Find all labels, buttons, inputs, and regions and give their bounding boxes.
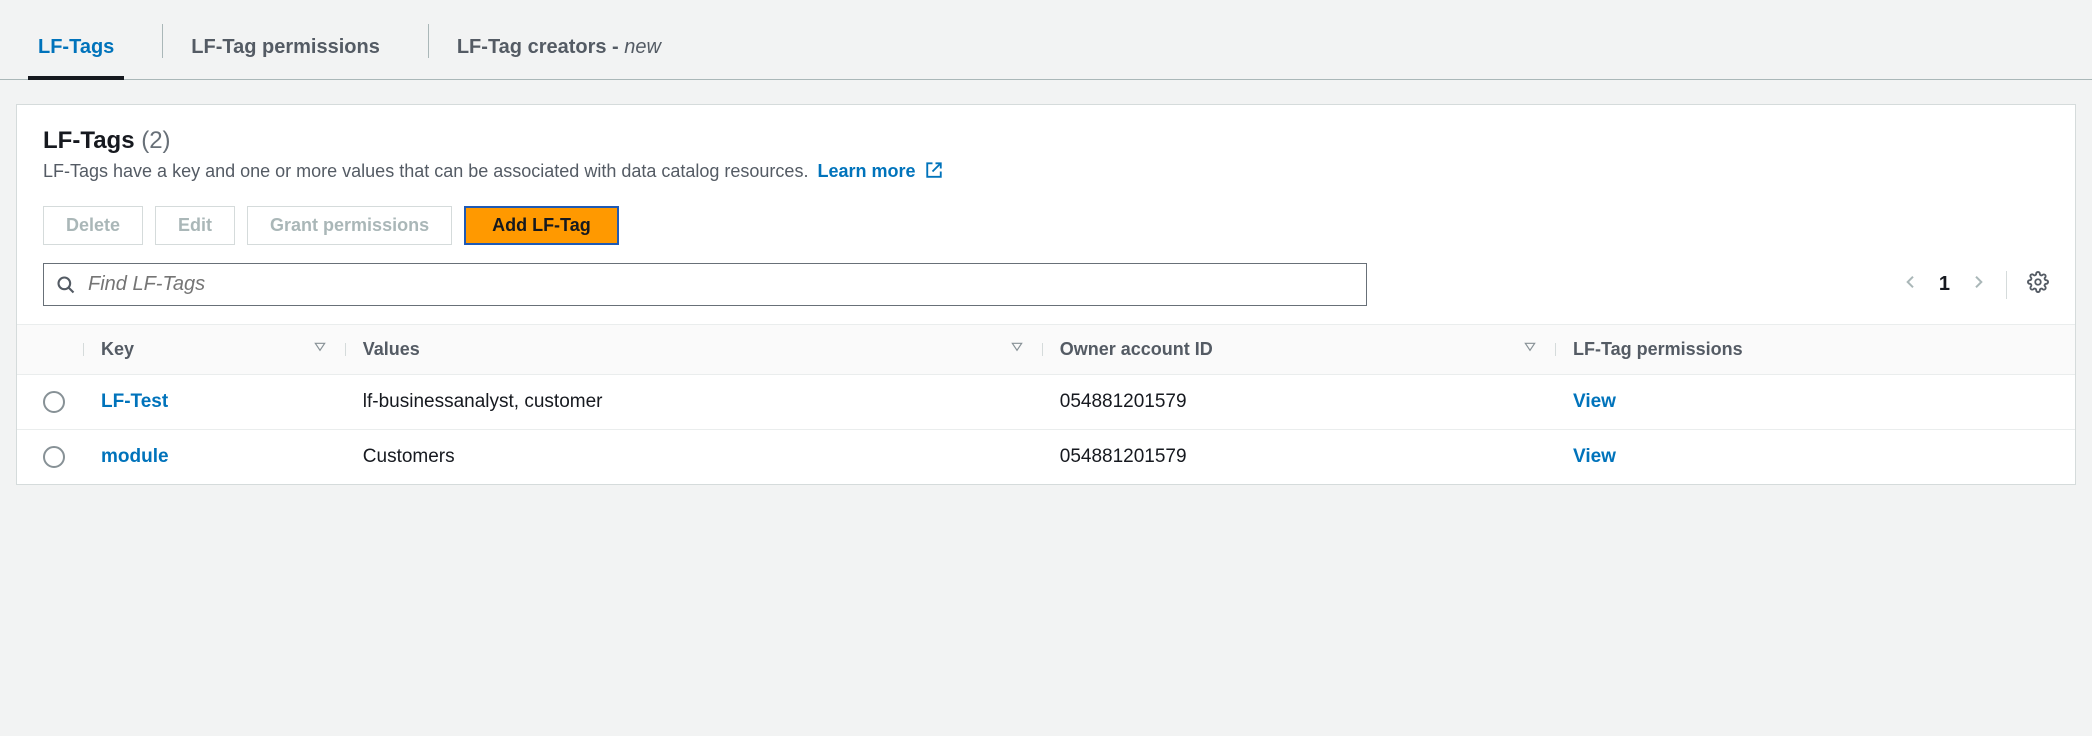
panel-title: LF-Tags (2) <box>43 127 2049 155</box>
view-permissions-link[interactable]: View <box>1573 446 1616 467</box>
delete-button[interactable]: Delete <box>43 206 143 245</box>
column-key-label: Key <box>101 339 134 359</box>
tab-lf-tags[interactable]: LF-Tags <box>28 20 124 79</box>
column-permissions-label: LF-Tag permissions <box>1573 339 1743 359</box>
table-row: module Customers 054881201579 View <box>17 430 2075 485</box>
page-prev-button[interactable] <box>1903 272 1919 297</box>
panel-title-text: LF-Tags <box>43 127 135 154</box>
search-box[interactable] <box>43 263 1367 306</box>
column-owner-label: Owner account ID <box>1060 339 1213 359</box>
column-values[interactable]: Values <box>345 325 1042 375</box>
edit-button[interactable]: Edit <box>155 206 235 245</box>
owner-account-id: 054881201579 <box>1042 375 1555 430</box>
column-permissions: LF-Tag permissions <box>1555 325 2075 375</box>
search-input[interactable] <box>86 272 1354 297</box>
settings-button[interactable] <box>2027 271 2049 298</box>
column-owner[interactable]: Owner account ID <box>1042 325 1555 375</box>
grant-permissions-button[interactable]: Grant permissions <box>247 206 452 245</box>
tag-key-link[interactable]: LF-Test <box>101 391 168 412</box>
column-select <box>17 325 83 375</box>
filter-icon[interactable] <box>1010 339 1024 360</box>
toolbar: Delete Edit Grant permissions Add LF-Tag <box>17 192 2075 245</box>
chevron-left-icon <box>1903 272 1919 292</box>
page-next-button[interactable] <box>1970 272 1986 297</box>
table-row: LF-Test lf-businessanalyst, customer 054… <box>17 375 2075 430</box>
learn-more-label: Learn more <box>817 161 915 181</box>
external-link-icon <box>925 161 943 179</box>
tag-values: lf-businessanalyst, customer <box>345 375 1042 430</box>
search-row: 1 <box>17 245 2075 324</box>
owner-account-id: 054881201579 <box>1042 430 1555 485</box>
lf-tags-table: Key Values Owner account ID <box>17 324 2075 484</box>
tab-label-new: new <box>624 36 661 58</box>
lf-tags-panel: LF-Tags (2) LF-Tags have a key and one o… <box>16 104 2076 485</box>
row-select-radio[interactable] <box>43 391 65 413</box>
chevron-right-icon <box>1970 272 1986 292</box>
search-icon <box>56 275 76 295</box>
tab-lf-tag-creators[interactable]: LF-Tag creators - new <box>447 20 671 79</box>
learn-more-link[interactable]: Learn more <box>817 161 942 181</box>
pager-divider <box>2006 271 2007 299</box>
panel-header: LF-Tags (2) LF-Tags have a key and one o… <box>17 105 2075 192</box>
tag-values: Customers <box>345 430 1042 485</box>
tabs-bar: LF-Tags LF-Tag permissions LF-Tag creato… <box>0 0 2092 80</box>
column-key[interactable]: Key <box>83 325 345 375</box>
panel-count: (2) <box>141 127 170 154</box>
tab-label-prefix: LF-Tag creators - <box>457 36 624 58</box>
column-values-label: Values <box>363 339 420 359</box>
gear-icon <box>2027 271 2049 293</box>
page-number: 1 <box>1939 273 1950 296</box>
filter-icon[interactable] <box>1523 339 1537 360</box>
tab-lf-tag-permissions[interactable]: LF-Tag permissions <box>181 20 390 79</box>
tab-divider <box>162 24 163 58</box>
filter-icon[interactable] <box>313 339 327 360</box>
tab-divider <box>428 24 429 58</box>
view-permissions-link[interactable]: View <box>1573 391 1616 412</box>
tag-key-link[interactable]: module <box>101 446 169 467</box>
pager: 1 <box>1903 271 2049 299</box>
panel-description-text: LF-Tags have a key and one or more value… <box>43 161 808 181</box>
add-lf-tag-button[interactable]: Add LF-Tag <box>464 206 619 245</box>
row-select-radio[interactable] <box>43 446 65 468</box>
panel-description: LF-Tags have a key and one or more value… <box>43 161 2049 182</box>
